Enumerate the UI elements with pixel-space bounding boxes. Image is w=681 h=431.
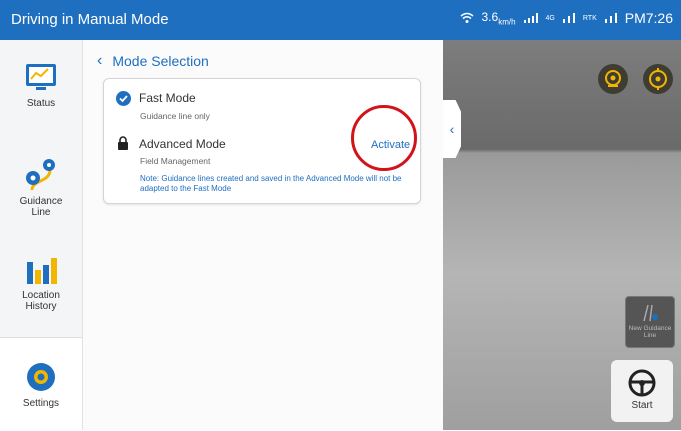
clock: PM7:26 xyxy=(624,10,673,27)
sidebar-item-location-history[interactable]: Location History xyxy=(0,254,82,312)
highlight-circle xyxy=(351,105,417,171)
sidebar-item-label: Guidance Line xyxy=(19,196,63,218)
advanced-mode-subtitle: Field Management xyxy=(140,156,211,166)
lock-icon xyxy=(118,136,128,150)
page-title: Mode Selection xyxy=(112,53,209,69)
app-title: Driving in Manual Mode xyxy=(11,11,169,28)
gear-icon xyxy=(27,363,55,391)
sidebar-item-status[interactable]: Status xyxy=(0,62,82,109)
status-bar: 3.6km/h 4G RTK PM7:26 xyxy=(460,10,673,27)
check-circle-icon[interactable] xyxy=(116,91,131,106)
gps-target-button[interactable] xyxy=(643,64,673,94)
advanced-mode-title: Advanced Mode xyxy=(139,137,226,151)
sidebar-item-guidance-line[interactable]: Guidance Line xyxy=(0,156,82,218)
wifi-icon xyxy=(460,12,473,24)
start-button[interactable]: Start xyxy=(611,360,673,422)
crosshair-icon xyxy=(649,68,667,90)
start-label: Start xyxy=(631,400,653,411)
sidebar-item-label: Settings xyxy=(22,398,60,409)
collapse-panel-tab[interactable]: ‹ xyxy=(443,100,461,158)
top-bar: Driving in Manual Mode 3.6km/h 4G RTK PM… xyxy=(0,0,681,40)
signal-4g-label: 4G xyxy=(545,14,555,22)
sidebar-item-label: Location History xyxy=(22,290,60,312)
location-target-icon xyxy=(605,70,621,87)
mode-selection-panel: ‹ Mode Selection Fast Mode Guidance line… xyxy=(83,40,443,430)
speed-unit: km/h xyxy=(498,17,516,27)
rtk-label: RTK xyxy=(582,14,597,22)
speed-value: 3.6 xyxy=(481,10,499,24)
route-pin-icon xyxy=(26,159,55,191)
sidebar: Status Guidance Line Location History Se… xyxy=(0,40,83,431)
speed-readout: 3.6km/h xyxy=(482,10,516,26)
bar-chart-icon xyxy=(27,258,57,284)
fast-mode-subtitle: Guidance line only xyxy=(140,111,210,121)
signal-icon xyxy=(523,13,538,24)
fast-mode-title: Fast Mode xyxy=(139,91,196,105)
steering-wheel-icon xyxy=(628,369,656,397)
map-center-button[interactable] xyxy=(598,64,628,94)
sidebar-item-label: Status xyxy=(26,98,56,109)
panel-header: ‹ Mode Selection xyxy=(97,52,209,70)
chevron-left-icon: ‹ xyxy=(449,121,455,137)
rtk-signal-icon xyxy=(604,13,617,24)
4g-signal-icon xyxy=(562,13,575,24)
guidance-lines-icon xyxy=(643,304,658,322)
advanced-mode-note: Note: Guidance lines created and saved i… xyxy=(140,174,402,193)
back-chevron-icon[interactable]: ‹ xyxy=(97,52,102,70)
sidebar-item-settings[interactable]: Settings xyxy=(0,337,82,431)
monitor-chart-icon xyxy=(26,64,56,90)
new-guidance-label: New Guidance Line xyxy=(628,325,672,339)
new-guidance-line-button[interactable]: New Guidance Line xyxy=(625,296,675,348)
